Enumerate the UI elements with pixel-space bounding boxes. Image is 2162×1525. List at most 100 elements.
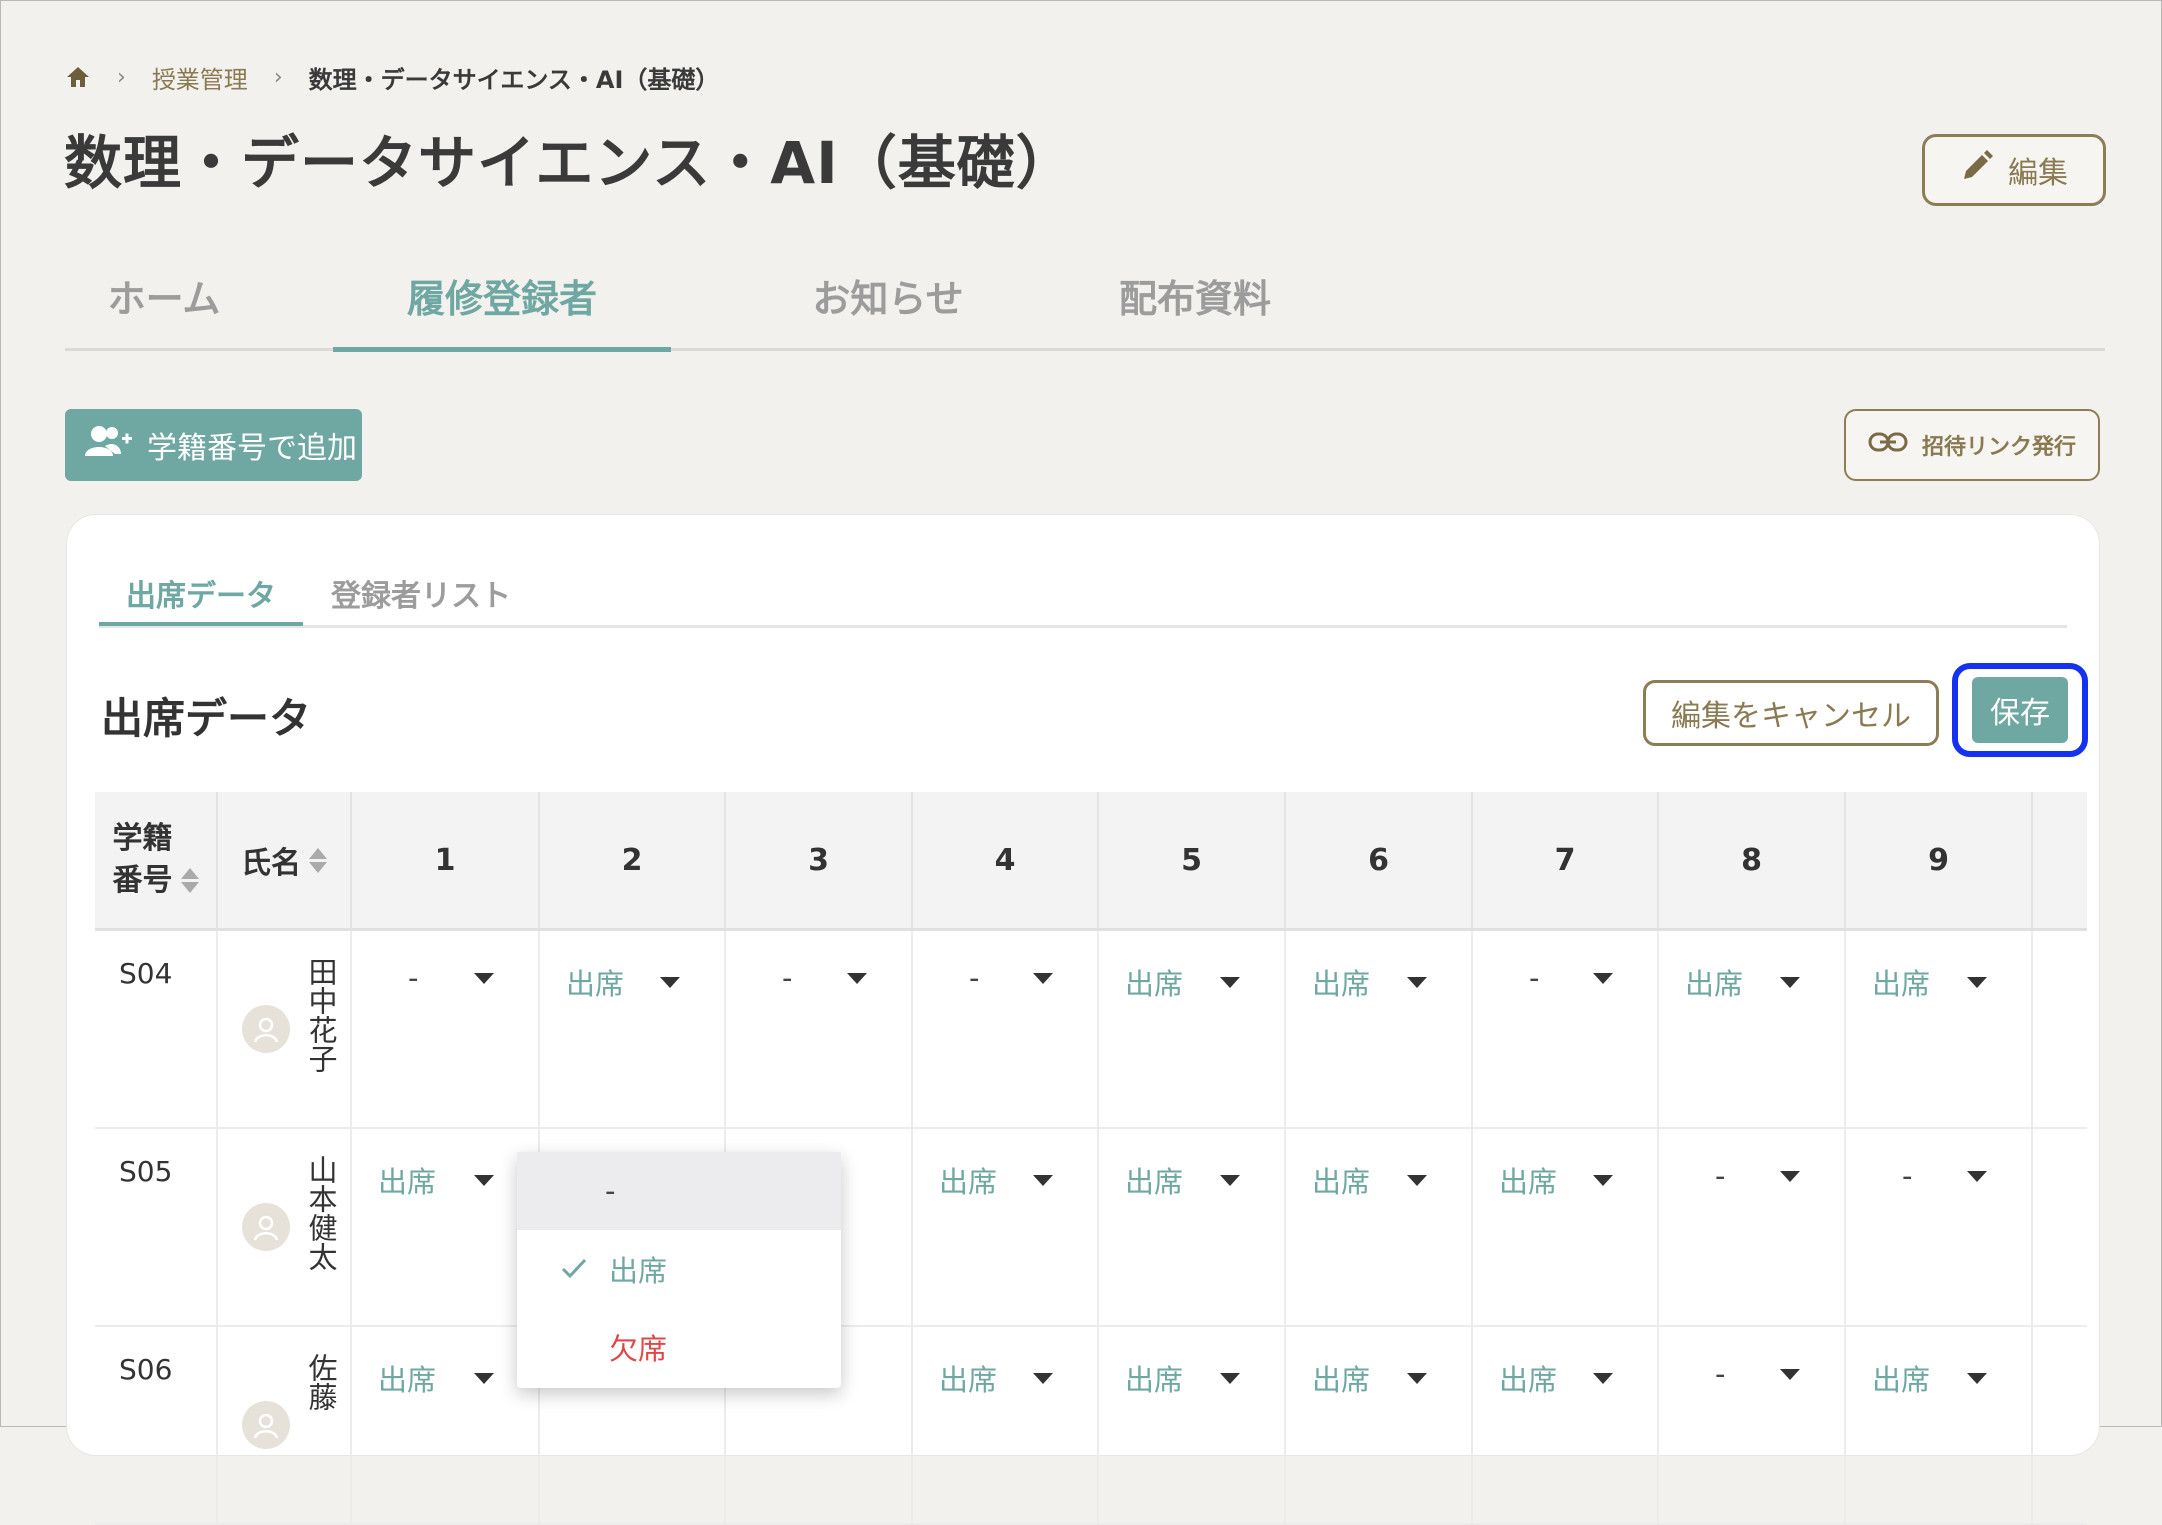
attendance-cell: 出席 bbox=[539, 929, 726, 1129]
caret-down-icon bbox=[1220, 976, 1240, 988]
attendance-select[interactable]: 出席 bbox=[913, 1129, 1097, 1201]
pencil-icon bbox=[1960, 149, 1994, 191]
attendance-cell: - bbox=[1472, 929, 1659, 1129]
tab-enrolled-students[interactable]: 履修登録者 bbox=[333, 268, 671, 352]
student-name-cell: 山本健太 bbox=[217, 1128, 352, 1327]
attendance-cell: - bbox=[912, 929, 1099, 1129]
attendance-cell: 出席 bbox=[912, 1128, 1099, 1327]
col-header-id-line2: 番号 bbox=[112, 863, 173, 898]
dropdown-option-absent[interactable]: 欠席 bbox=[517, 1308, 841, 1386]
attendance-select[interactable]: 出席 bbox=[1099, 931, 1284, 1003]
student-name: 山本健太 bbox=[304, 1155, 338, 1271]
attendance-cell: 出席 bbox=[1098, 1326, 1286, 1525]
attendance-select[interactable]: 出席 bbox=[1286, 1129, 1471, 1201]
subtab-registrant-list[interactable]: 登録者リスト bbox=[321, 565, 521, 623]
overflow-cell bbox=[2032, 1326, 2087, 1525]
attendance-value: - bbox=[1715, 1159, 1726, 1193]
attendance-select[interactable]: - bbox=[1846, 1129, 2031, 1193]
attendance-value: 出席 bbox=[378, 1363, 437, 1397]
attendance-select[interactable]: 出席 bbox=[1846, 1327, 2031, 1399]
col-header-student-id[interactable]: 学籍 番号 bbox=[95, 792, 218, 931]
student-name: 佐藤 bbox=[304, 1353, 338, 1411]
attendance-cell: 出席 bbox=[1098, 1128, 1286, 1327]
add-by-student-id-button[interactable]: 学籍番号で追加 bbox=[65, 409, 362, 481]
caret-down-icon bbox=[474, 1372, 494, 1384]
tab-home[interactable]: ホーム bbox=[65, 268, 263, 348]
attendance-select[interactable]: 出席 bbox=[1099, 1129, 1284, 1201]
attendance-cell: 出席 bbox=[351, 1326, 540, 1525]
avatar-icon bbox=[242, 1005, 290, 1053]
caret-down-icon bbox=[1033, 1372, 1053, 1384]
caret-down-icon bbox=[1407, 1174, 1427, 1186]
attendance-select[interactable]: - bbox=[352, 931, 538, 995]
attendance-select[interactable]: 出席 bbox=[1099, 1327, 1284, 1399]
sub-tabs: 出席データ 登録者リスト bbox=[99, 565, 2067, 628]
attendance-value: 出席 bbox=[1499, 1363, 1558, 1397]
attendance-value: 出席 bbox=[1125, 967, 1184, 1001]
attendance-cell: 出席 bbox=[1098, 929, 1286, 1129]
student-name: 田中花子 bbox=[304, 957, 338, 1073]
tab-materials[interactable]: 配布資料 bbox=[1045, 268, 1345, 348]
attendance-select[interactable]: 出席 bbox=[1659, 931, 1844, 1003]
attendance-cell: - bbox=[1845, 1128, 2033, 1327]
edit-button[interactable]: 編集 bbox=[1922, 134, 2106, 206]
attendance-select[interactable]: 出席 bbox=[1473, 1327, 1657, 1399]
attendance-select[interactable]: - bbox=[1659, 1327, 1844, 1391]
dropdown-option-present[interactable]: 出席 bbox=[517, 1230, 841, 1308]
checkmark-icon bbox=[561, 1252, 587, 1286]
student-name-cell: 田中花子 bbox=[217, 929, 352, 1129]
attendance-select[interactable]: 出席 bbox=[1846, 931, 2031, 1003]
attendance-cell: 出席 bbox=[1472, 1326, 1659, 1525]
subtab-attendance-data[interactable]: 出席データ bbox=[99, 565, 303, 626]
caret-down-icon bbox=[1407, 1372, 1427, 1384]
attendance-select[interactable]: 出席 bbox=[913, 1327, 1097, 1399]
breadcrumb: › 授業管理 › 数理・データサイエンス・AI（基礎） bbox=[65, 60, 719, 94]
caret-down-icon bbox=[1593, 972, 1613, 984]
attendance-select[interactable]: - bbox=[913, 931, 1097, 995]
student-name-wrap: 佐藤 bbox=[218, 1327, 350, 1449]
attendance-select[interactable]: 出席 bbox=[352, 1129, 538, 1201]
save-button[interactable]: 保存 bbox=[1972, 677, 2068, 743]
table-header-row: 学籍 番号 氏名 1 2 3 4 5 6 7 8 9 bbox=[95, 792, 2087, 931]
attendance-select[interactable]: - bbox=[1659, 1129, 1844, 1193]
attendance-select[interactable]: 出席 bbox=[352, 1327, 538, 1399]
table-row: S06 佐藤 出席 出席 出席 出席 出席 - 出席 bbox=[95, 1326, 2087, 1525]
attendance-select[interactable]: 出席 bbox=[1286, 931, 1471, 1003]
home-icon[interactable] bbox=[65, 65, 91, 89]
student-name-wrap: 山本健太 bbox=[218, 1129, 350, 1271]
caret-down-icon bbox=[1780, 976, 1800, 988]
attendance-select[interactable]: - bbox=[726, 931, 911, 995]
caret-down-icon bbox=[660, 976, 680, 988]
attendance-value: 出席 bbox=[378, 1165, 437, 1199]
caret-down-icon bbox=[1967, 1170, 1987, 1182]
attendance-dropdown-menu: - 出席 欠席 bbox=[517, 1152, 841, 1388]
attendance-value: 出席 bbox=[1125, 1165, 1184, 1199]
dropdown-option-none[interactable]: - bbox=[517, 1152, 841, 1230]
caret-down-icon bbox=[1967, 976, 1987, 988]
attendance-value: - bbox=[1902, 1159, 1913, 1193]
attendance-select[interactable]: 出席 bbox=[1473, 1129, 1657, 1201]
attendance-select[interactable]: - bbox=[1473, 931, 1657, 995]
breadcrumb-course-management[interactable]: 授業管理 bbox=[152, 60, 248, 95]
attendance-value: - bbox=[408, 961, 419, 995]
attendance-value: 出席 bbox=[1872, 1363, 1931, 1397]
student-name-wrap: 田中花子 bbox=[218, 931, 350, 1073]
cancel-edit-button[interactable]: 編集をキャンセル bbox=[1643, 680, 1939, 746]
invite-link-button[interactable]: 招待リンク発行 bbox=[1844, 409, 2100, 481]
attendance-value: - bbox=[969, 961, 980, 995]
attendance-select[interactable]: 出席 bbox=[1286, 1327, 1471, 1399]
attendance-cell: 出席 bbox=[1285, 929, 1473, 1129]
caret-down-icon bbox=[1407, 976, 1427, 988]
col-header-session-2: 2 bbox=[539, 792, 726, 931]
avatar-icon bbox=[242, 1401, 290, 1449]
dropdown-option-none-label: - bbox=[605, 1174, 616, 1208]
attendance-cell: - bbox=[351, 929, 540, 1129]
attendance-value: - bbox=[1715, 1357, 1726, 1391]
caret-down-icon bbox=[1967, 1372, 1987, 1384]
attendance-value: 出席 bbox=[1312, 967, 1371, 1001]
attendance-select[interactable]: 出席 bbox=[540, 931, 724, 1003]
sort-icon[interactable] bbox=[180, 867, 199, 893]
tab-notices[interactable]: お知らせ bbox=[735, 268, 1041, 348]
sort-icon[interactable] bbox=[309, 847, 327, 873]
col-header-name[interactable]: 氏名 bbox=[217, 792, 352, 931]
